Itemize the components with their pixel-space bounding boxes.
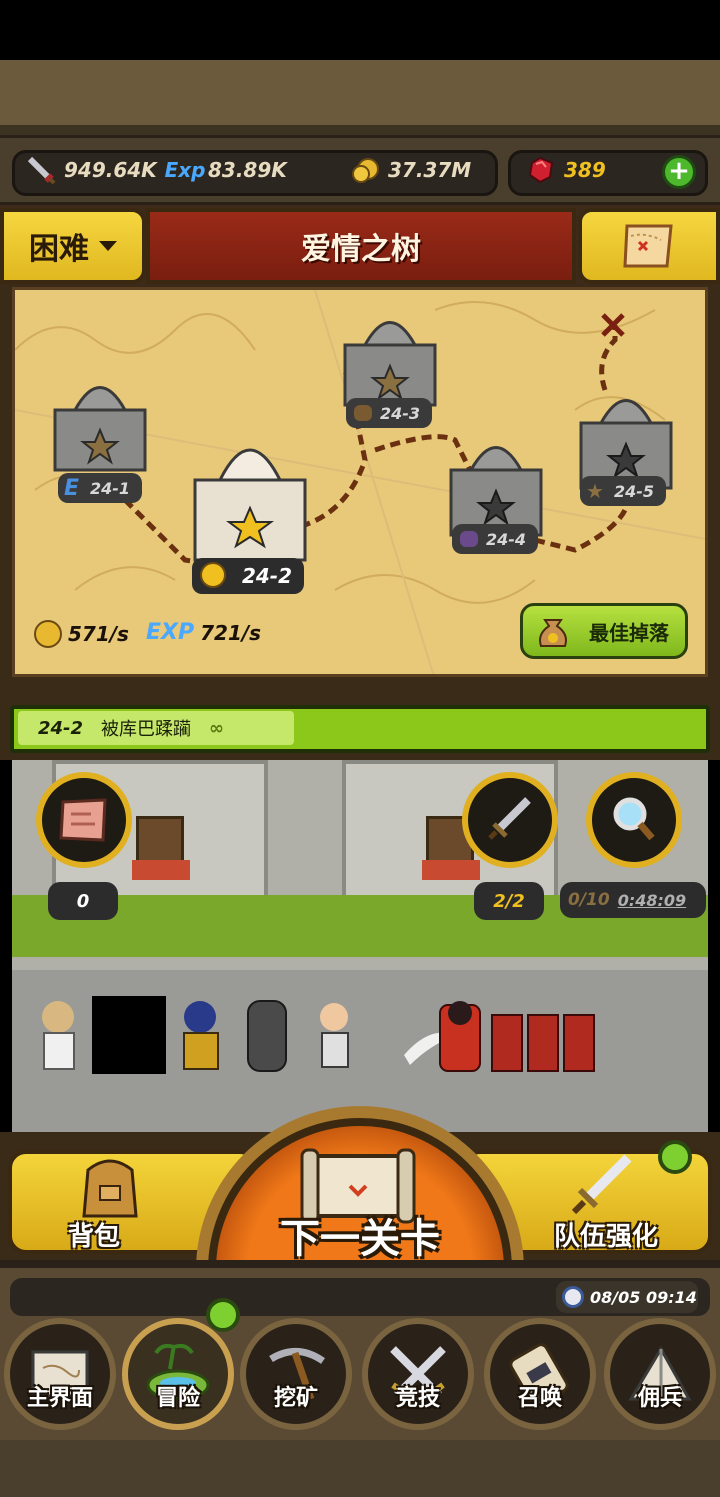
gold-coin-icon: [200, 562, 226, 588]
stage-name: 被库巴蹂躏: [101, 719, 192, 740]
nav-arena[interactable]: [362, 1318, 474, 1430]
exp-icon: EXP: [146, 620, 195, 645]
search-timer-value: 0:48:09: [617, 890, 687, 910]
hidden-hero-slot: [92, 996, 166, 1074]
exp-value: 83.89K: [208, 158, 287, 182]
pouch-icon: [460, 531, 478, 547]
node-label: 24-1: [89, 478, 130, 498]
exp-icon: Exp: [164, 158, 206, 182]
nav-mining-label: 挖矿: [273, 1386, 318, 1411]
difficulty-dropdown[interactable]: 困难: [0, 208, 146, 284]
nav-mercenary[interactable]: [604, 1318, 716, 1430]
sword-upgrade-icon: [571, 1154, 632, 1215]
count-text: 0: [76, 890, 90, 912]
stage-number: 24-2: [38, 717, 84, 739]
flower-box: [422, 860, 480, 880]
team-upgrade-label: 队伍强化: [554, 1222, 659, 1252]
datetime-value: 08/05 09:14: [590, 1287, 697, 1307]
sword-icon: [488, 797, 531, 840]
nav-main-label: 主界面: [26, 1386, 93, 1411]
bag-label: 背包: [68, 1222, 121, 1252]
count-text: 2/2: [493, 890, 525, 912]
map-fragment-button[interactable]: [36, 772, 132, 868]
clock-icon: [562, 1286, 584, 1308]
gold-coins-icon: [348, 155, 382, 185]
node-label: 24-4: [485, 529, 526, 549]
map-fragment-icon: [59, 798, 107, 842]
nav-adventure[interactable]: [122, 1318, 234, 1430]
search-button[interactable]: [586, 772, 682, 868]
hero-sprite: [304, 995, 366, 1075]
attack-value: 949.64K: [64, 158, 157, 182]
gold-rate-value: 571/s: [68, 622, 129, 646]
world-map-button[interactable]: [578, 208, 720, 284]
caret-down-icon: [99, 241, 117, 251]
exp-resource: Exp 83.89K: [164, 155, 287, 185]
search-count: 0/10: [568, 890, 610, 910]
best-drop-button[interactable]: 最佳掉落: [520, 603, 688, 659]
stage-node-24-1[interactable]: E 24-1: [58, 473, 142, 503]
gem-resource: 389: [524, 155, 606, 185]
search-timer: 0/10 0:48:09: [560, 882, 706, 918]
stage-node-24-5[interactable]: ★ 24-5: [580, 476, 666, 506]
area-title: 爱情之树: [146, 208, 576, 284]
ruby-icon: [524, 155, 558, 185]
add-gems-button[interactable]: +: [662, 155, 696, 189]
nav-summon[interactable]: [484, 1318, 596, 1430]
hero-sprite: [28, 995, 90, 1075]
next-stage-label: 下一关卡: [280, 1216, 440, 1262]
money-bag-icon: [539, 619, 567, 647]
clock-display: 08/05 09:14: [556, 1281, 698, 1313]
gold-value: 37.37M: [388, 158, 472, 182]
nav-adventure-label: 冒险: [155, 1386, 200, 1411]
nav-arena-label: 竞技: [395, 1386, 440, 1411]
current-stage: 24-2 被库巴蹂躏 ∞: [18, 711, 294, 745]
difficulty-label: 困难: [29, 232, 89, 267]
sword-icon: [24, 155, 58, 185]
loot-bag-icon: [354, 405, 372, 421]
exp-rate: EXP 721/s: [146, 620, 261, 645]
hero-sprite: [236, 995, 298, 1075]
top-frame: [0, 60, 720, 135]
exp-badge-icon: E: [64, 475, 80, 501]
node-label: 24-2: [241, 564, 292, 588]
notification-dot: [658, 1140, 692, 1174]
nav-main[interactable]: [4, 1318, 116, 1430]
attack-resource: 949.64K: [24, 155, 157, 185]
sword-count: 2/2: [474, 882, 544, 920]
treasure-map-icon: [623, 224, 673, 268]
bottom-frame: [0, 1440, 720, 1497]
node-label: 24-3: [379, 403, 420, 423]
gold-coin-icon: [34, 620, 62, 648]
stage-node-24-2[interactable]: 24-2: [192, 558, 304, 594]
star-badge-icon: ★: [586, 479, 604, 503]
infinity-icon: ∞: [209, 717, 225, 739]
stage-node-24-4[interactable]: 24-4: [452, 524, 538, 554]
gold-resource: 37.37M: [348, 155, 471, 185]
nav-summon-label: 召唤: [517, 1386, 562, 1411]
best-drop-label: 最佳掉落: [589, 620, 669, 645]
magnifier-icon: [613, 797, 655, 841]
sword-battle-button[interactable]: [462, 772, 558, 868]
flower-box: [132, 860, 190, 880]
status-bar-black: [0, 0, 720, 60]
node-label: 24-5: [613, 481, 654, 501]
map-fragment-count: 0: [48, 882, 118, 920]
nav-mining[interactable]: [240, 1318, 352, 1430]
exp-rate-value: 721/s: [200, 620, 262, 645]
gem-value: 389: [564, 158, 606, 182]
area-title-text: 爱情之树: [301, 232, 421, 267]
enemy-group: [430, 995, 600, 1075]
stage-node-24-3[interactable]: 24-3: [346, 398, 432, 428]
notification-dot: [206, 1298, 240, 1332]
gold-rate: 571/s: [34, 620, 129, 648]
hero-sprite: [170, 995, 232, 1075]
nav-mercenary-label: 佣兵: [637, 1386, 682, 1411]
